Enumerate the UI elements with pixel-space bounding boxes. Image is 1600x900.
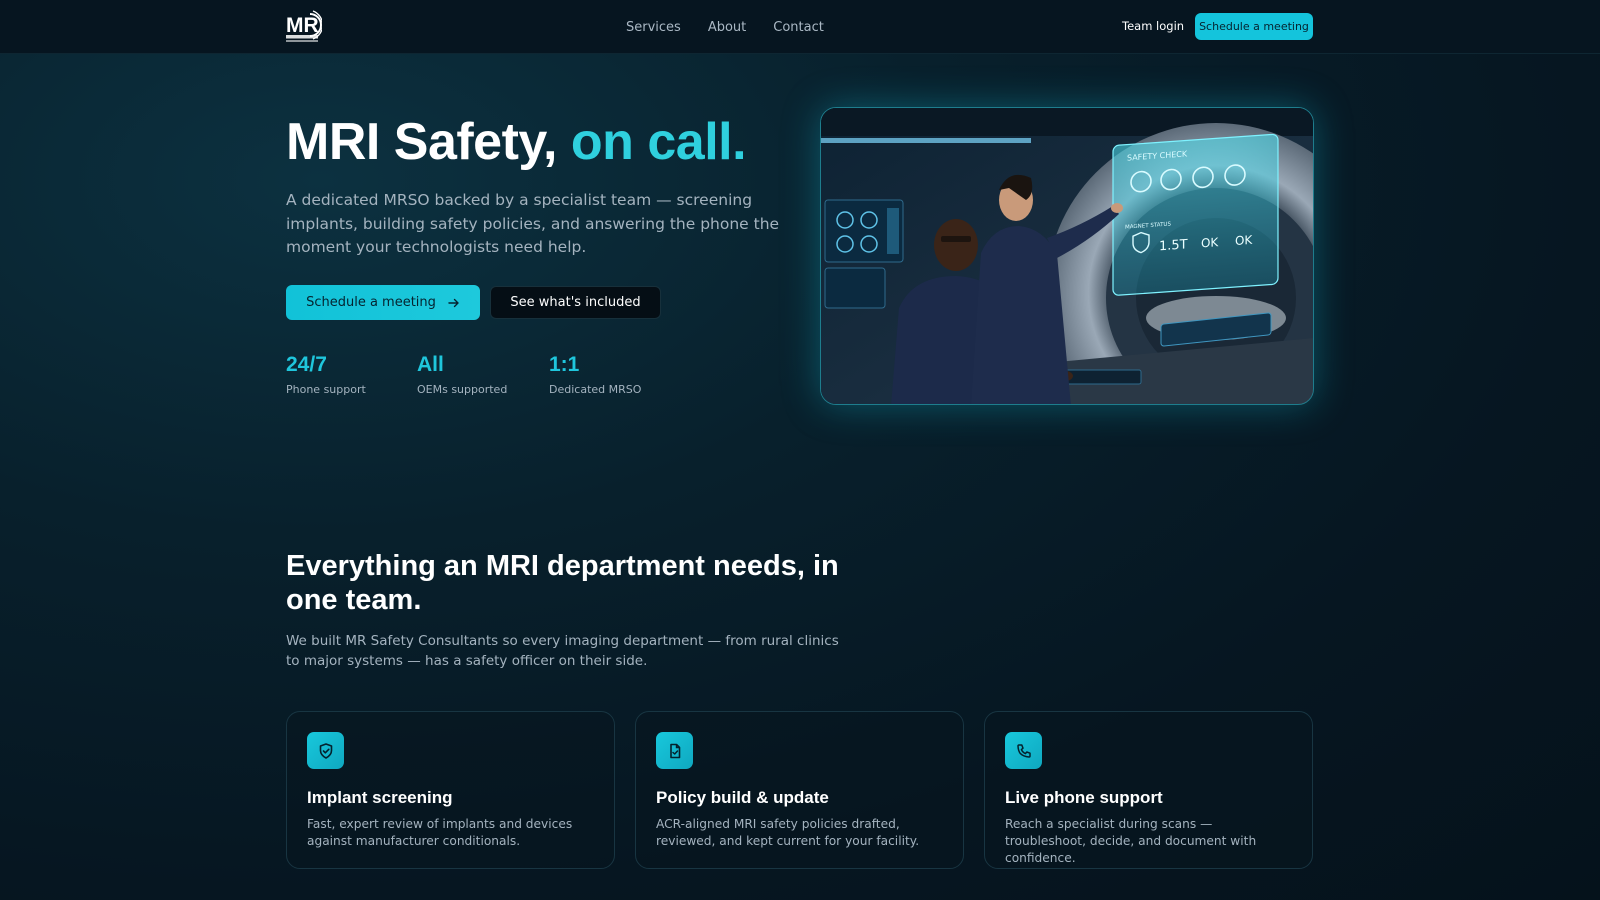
card-title: Implant screening xyxy=(307,788,453,807)
nav-link-contact[interactable]: Contact xyxy=(773,20,824,35)
holo-field-strength: 1.5T xyxy=(1159,237,1188,254)
hero-image: SAFETY CHECK MAGNET STATUS 1.5T OK OK xyxy=(820,107,1314,405)
holo-status-1: OK xyxy=(1201,235,1219,250)
phone-icon xyxy=(1005,732,1042,769)
stat-value: All xyxy=(417,353,444,376)
hero-title: MRI Safety, on call. xyxy=(286,112,747,172)
stat-phone-support: 24/7 Phone support xyxy=(286,353,366,396)
company-logo[interactable]: MR xyxy=(286,10,324,44)
stat-label: OEMs supported xyxy=(417,383,508,396)
feature-card-live-phone-support: Live phone support Reach a specialist du… xyxy=(984,711,1313,869)
hero-title-accent: on call. xyxy=(570,113,747,171)
nav-links: Services About Contact xyxy=(626,0,824,54)
card-description: ACR-aligned MRI safety policies drafted,… xyxy=(656,817,920,848)
holo-status-2: OK xyxy=(1235,233,1253,248)
card-title: Policy build & update xyxy=(656,788,829,807)
card-description: Fast, expert review of implants and devi… xyxy=(307,817,573,848)
nav-link-services[interactable]: Services xyxy=(626,20,681,35)
stat-dedicated-mrso: 1:1 Dedicated MRSO xyxy=(549,353,641,396)
stat-label: Dedicated MRSO xyxy=(549,383,642,396)
mr-logo-icon: MR xyxy=(286,10,324,42)
section-title: Everything an MRI department needs, in o… xyxy=(286,550,839,616)
nav-schedule-meeting-button[interactable]: Schedule a meeting xyxy=(1195,13,1313,40)
hero-description: A dedicated MRSO backed by a specialist … xyxy=(286,191,780,256)
mri-room-illustration: SAFETY CHECK MAGNET STATUS 1.5T OK OK xyxy=(821,108,1313,404)
hero-schedule-meeting-label: Schedule a meeting xyxy=(306,295,436,310)
card-description: Reach a specialist during scans — troubl… xyxy=(1005,817,1257,865)
section-description: We built MR Safety Consultants so every … xyxy=(286,633,839,669)
shield-icon xyxy=(307,732,344,769)
feature-card-policy-build: Policy build & update ACR-aligned MRI sa… xyxy=(635,711,964,869)
stat-value: 24/7 xyxy=(286,353,327,376)
hero-schedule-meeting-button[interactable]: Schedule a meeting xyxy=(286,285,480,320)
feature-card-implant-screening: Implant screening Fast, expert review of… xyxy=(286,711,615,869)
stat-label: Phone support xyxy=(286,383,366,396)
hero-title-main: MRI Safety, xyxy=(286,113,557,171)
card-title: Live phone support xyxy=(1005,788,1163,807)
document-icon xyxy=(656,732,693,769)
stat-oems-supported: All OEMs supported xyxy=(417,353,507,396)
svg-text:MR: MR xyxy=(286,14,319,37)
arrow-right-icon xyxy=(448,298,459,307)
team-login-link[interactable]: Team login xyxy=(1122,19,1184,33)
see-whats-included-button[interactable]: See what's included xyxy=(490,286,661,319)
stat-value: 1:1 xyxy=(549,353,580,376)
nav-link-about[interactable]: About xyxy=(708,20,746,35)
top-nav: MR Services About Contact Team login Sch… xyxy=(0,0,1600,54)
